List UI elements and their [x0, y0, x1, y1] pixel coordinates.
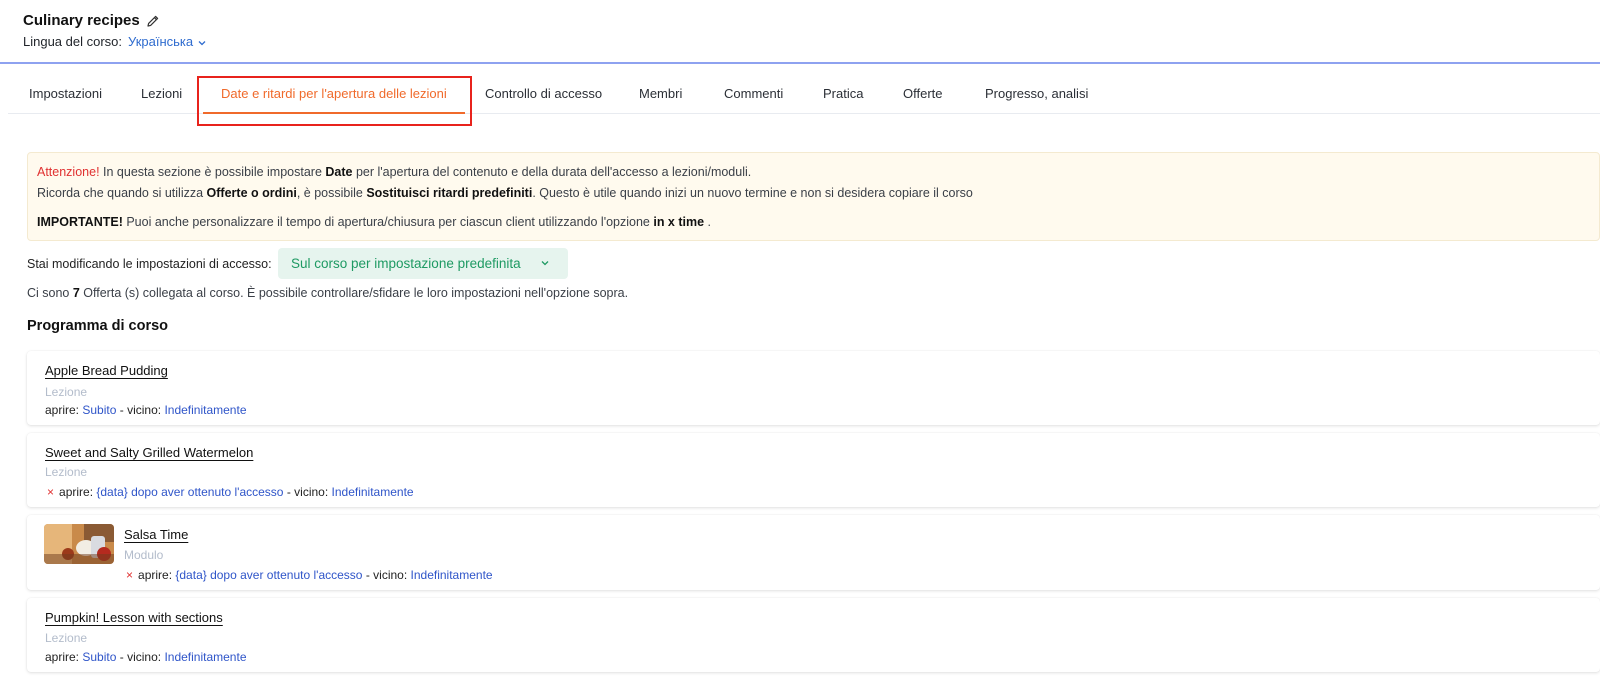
module-name[interactable]: Salsa Time	[124, 527, 188, 542]
module-card: Salsa Time Modulo × aprire: {data} dopo a…	[27, 515, 1600, 590]
offers-count: 7	[72, 286, 80, 300]
tab-lezioni[interactable]: Lezioni	[141, 86, 182, 101]
course-language-value: Українська	[128, 34, 194, 49]
notice-bold: Offerte o ordini	[206, 186, 297, 200]
course-language-label: Lingua del corso:	[23, 34, 123, 49]
tab-controllo-accesso[interactable]: Controllo di accesso	[485, 86, 602, 101]
notice-important: IMPORTANTE!	[37, 215, 123, 229]
notice-bold: Date	[325, 165, 353, 179]
close-label: vicino:	[373, 568, 408, 582]
pencil-icon[interactable]	[146, 14, 160, 28]
open-label: aprire:	[45, 650, 80, 664]
close-label: vicino:	[294, 485, 329, 499]
notice-text: Puoi anche personalizzare il tempo di ap…	[122, 215, 654, 229]
tab-membri[interactable]: Membri	[639, 86, 682, 101]
lesson-type: Lezione	[45, 631, 88, 645]
lesson-name[interactable]: Sweet and Salty Grilled Watermelon	[45, 445, 253, 460]
close-value-link[interactable]: Indefinitamente	[332, 485, 414, 499]
open-value-link[interactable]: Subito	[82, 650, 116, 664]
lesson-card: Apple Bread Pudding Lezione aprire: Subi…	[27, 351, 1600, 425]
lesson-schedule: × aprire: {data} dopo aver ottenuto l'acc…	[47, 485, 414, 499]
close-icon: ×	[47, 485, 55, 499]
notice-text: . Questo è utile quando inizi un nuovo t…	[532, 186, 973, 200]
notice-text: In questa sezione è possibile impostare	[99, 165, 326, 179]
info-notice: Attenzione! In questa sezione è possibil…	[27, 152, 1600, 241]
close-icon: ×	[126, 568, 134, 582]
notice-bold: Sostituisci ritardi predefiniti	[366, 186, 533, 200]
program-title: Programma di corso	[27, 318, 169, 334]
open-value-link[interactable]: {data} dopo aver ottenuto l'accesso	[175, 568, 362, 582]
lesson-name[interactable]: Pumpkin! Lesson with sections	[45, 610, 223, 625]
offers-text: Ci sono	[27, 286, 73, 300]
offers-info: Ci sono 7 Offerta (s) collegata al corso…	[27, 286, 628, 300]
notice-warning: Attenzione!	[37, 165, 100, 179]
tab-progresso-analisi[interactable]: Progresso, analisi	[985, 86, 1088, 101]
notice-text: .	[704, 215, 712, 229]
notice-text: Ricorda che quando si utilizza	[37, 186, 207, 200]
offers-text: Offerta (s) collegata al corso. È possib…	[79, 286, 629, 300]
close-value-link[interactable]: Indefinitamente	[164, 403, 246, 417]
open-label: aprire:	[45, 403, 80, 417]
lesson-schedule: aprire: Subito - vicino: Indefinitamente	[45, 403, 247, 417]
open-label: aprire:	[138, 568, 173, 582]
separator: -	[119, 403, 124, 417]
separator: -	[286, 485, 291, 499]
lesson-card: Sweet and Salty Grilled Watermelon Lezio…	[27, 433, 1600, 507]
close-value-link[interactable]: Indefinitamente	[411, 568, 493, 582]
module-schedule: × aprire: {data} dopo aver ottenuto l'acc…	[126, 568, 493, 582]
open-value-link[interactable]: {data} dopo aver ottenuto l'accesso	[96, 485, 283, 499]
close-value-link[interactable]: Indefinitamente	[164, 650, 246, 664]
notice-line-1: Attenzione! In questa sezione è possibil…	[37, 165, 751, 179]
chevron-down-icon	[541, 261, 549, 266]
course-language-row: Lingua del corso: Українська	[23, 34, 207, 49]
chevron-down-icon	[198, 40, 206, 45]
separator: -	[119, 650, 124, 664]
lesson-type: Lezione	[45, 465, 88, 479]
course-header: Culinary recipes Lingua del corso: Україн…	[0, 0, 1600, 64]
lesson-card: Pumpkin! Lesson with sections Lezione ap…	[27, 598, 1600, 672]
lesson-name[interactable]: Apple Bread Pudding	[45, 363, 168, 378]
highlight-box	[197, 76, 472, 126]
tab-pratica[interactable]: Pratica	[823, 86, 863, 101]
close-label: vicino:	[127, 650, 162, 664]
notice-text: per l'apertura del contenuto e della dur…	[352, 165, 752, 179]
access-settings-select[interactable]: Sul corso per impostazione predefinita	[278, 248, 568, 279]
open-label: aprire:	[59, 485, 94, 499]
course-title: Culinary recipes	[23, 12, 140, 29]
notice-line-2: Ricorda che quando si utilizza Offerte o…	[37, 186, 973, 200]
tab-offerte[interactable]: Offerte	[903, 86, 943, 101]
course-language-select[interactable]: Українська	[128, 34, 207, 49]
close-label: vicino:	[127, 403, 162, 417]
tab-impostazioni[interactable]: Impostazioni	[29, 86, 102, 101]
module-thumbnail	[44, 524, 114, 564]
notice-line-3: IMPORTANTE! Puoi anche personalizzare il…	[37, 215, 711, 229]
lesson-schedule: aprire: Subito - vicino: Indefinitamente	[45, 650, 247, 664]
notice-bold: in x time	[653, 215, 705, 229]
tab-commenti[interactable]: Commenti	[724, 86, 783, 101]
notice-text: , è possibile	[296, 186, 367, 200]
separator: -	[365, 568, 370, 582]
open-value-link[interactable]: Subito	[82, 403, 116, 417]
access-settings-value: Sul corso per impostazione predefinita	[291, 256, 521, 271]
access-settings-label: Stai modificando le impostazioni di acce…	[27, 257, 272, 271]
module-type: Modulo	[124, 548, 164, 562]
lesson-type: Lezione	[45, 385, 88, 399]
